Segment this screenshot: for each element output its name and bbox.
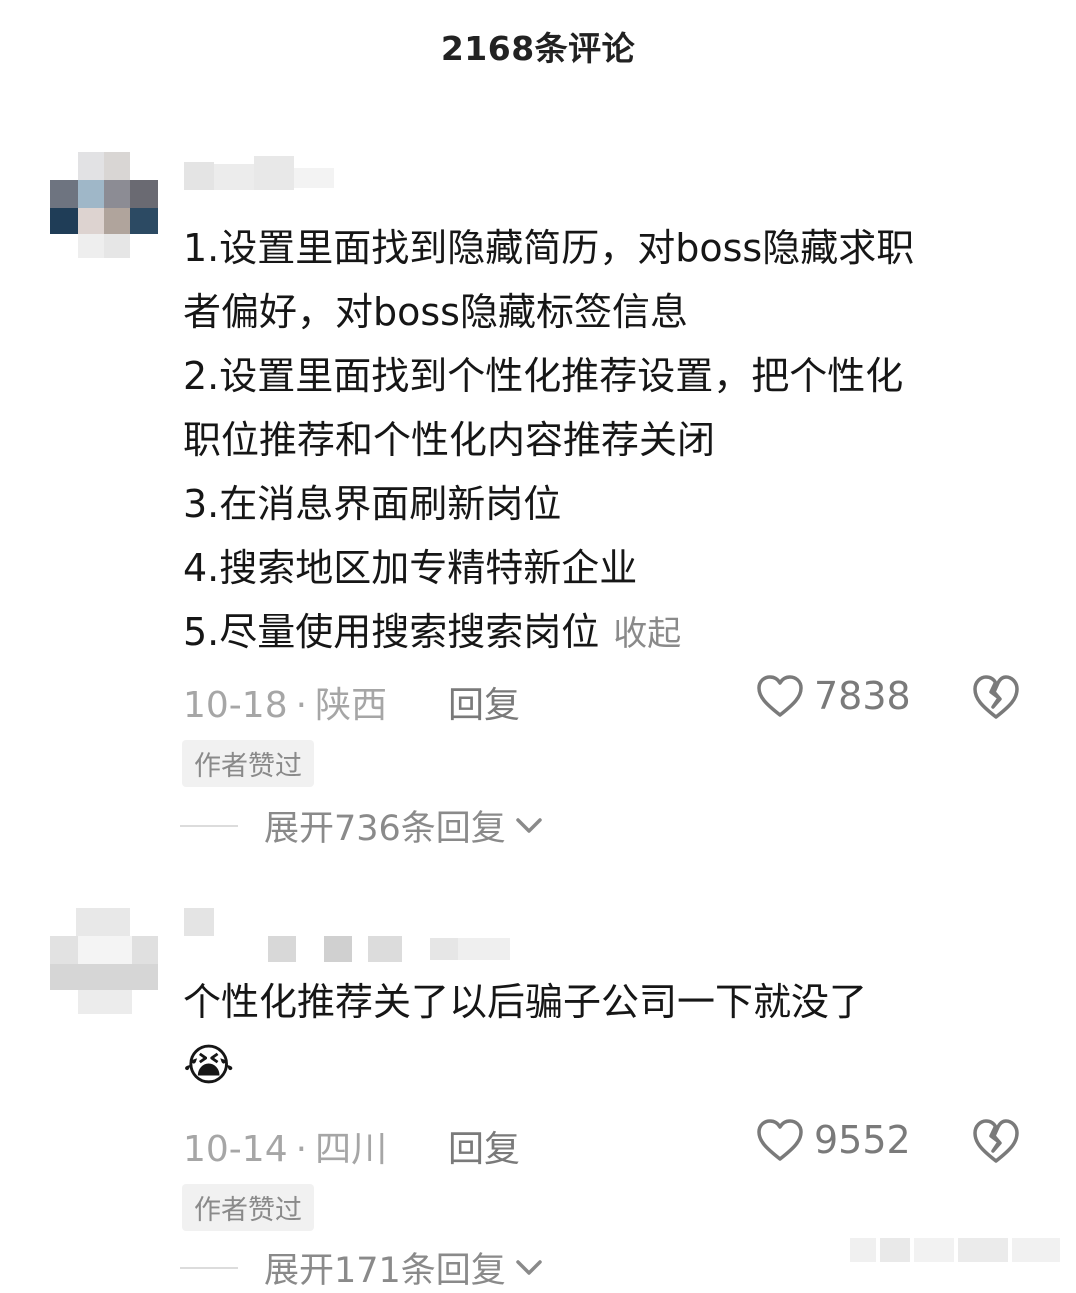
- heart-icon: [757, 1119, 803, 1161]
- avatar[interactable]: [50, 908, 160, 1018]
- chevron-down-icon: [516, 817, 542, 833]
- broken-heart-icon[interactable]: [972, 674, 1020, 720]
- username[interactable]: [184, 156, 344, 190]
- expand-replies-button[interactable]: 展开736条回复: [180, 800, 544, 851]
- broken-heart-icon[interactable]: [972, 1118, 1020, 1164]
- like-count: 9552: [814, 1118, 911, 1162]
- comment-text: 1.设置里面找到隐藏简历，对boss隐藏求职 者偏好，对boss隐藏标签信息 2…: [183, 226, 915, 654]
- reply-button[interactable]: 回复: [448, 1120, 520, 1172]
- like-button[interactable]: 7838: [756, 674, 911, 718]
- collapse-link[interactable]: 收起: [613, 614, 681, 654]
- comment-location: 四川: [315, 1129, 388, 1170]
- divider: [180, 1266, 238, 1269]
- comments-count-title: 2168条评论: [440, 29, 636, 68]
- avatar[interactable]: [50, 152, 160, 262]
- expand-replies-button[interactable]: 展开171条回复: [180, 1242, 544, 1293]
- divider: [180, 824, 238, 827]
- username[interactable]: [184, 908, 524, 964]
- expand-replies-label: 展开171条回复: [264, 1251, 506, 1291]
- chevron-down-icon: [516, 1259, 542, 1275]
- comment-date: 10-18: [183, 685, 288, 726]
- comment-text: 个性化推荐关了以后骗子公司一下就没了 😭: [183, 970, 1043, 1098]
- expand-replies-label: 展开736条回复: [264, 809, 506, 849]
- like-button[interactable]: 9552: [756, 1118, 911, 1162]
- comment-meta: 10-14 · 四川: [183, 1129, 388, 1170]
- reply-button[interactable]: 回复: [448, 676, 520, 728]
- watermark: [850, 1236, 1064, 1264]
- like-count: 7838: [814, 674, 911, 718]
- author-liked-badge: 作者赞过: [182, 740, 314, 787]
- author-liked-badge: 作者赞过: [182, 1184, 314, 1231]
- comment-date: 10-14: [183, 1129, 288, 1170]
- crying-emoji-icon: 😭: [183, 1040, 235, 1091]
- comment-meta: 10-18 · 陕西: [183, 685, 388, 726]
- heart-icon: [757, 675, 803, 717]
- comment-location: 陕西: [315, 685, 388, 726]
